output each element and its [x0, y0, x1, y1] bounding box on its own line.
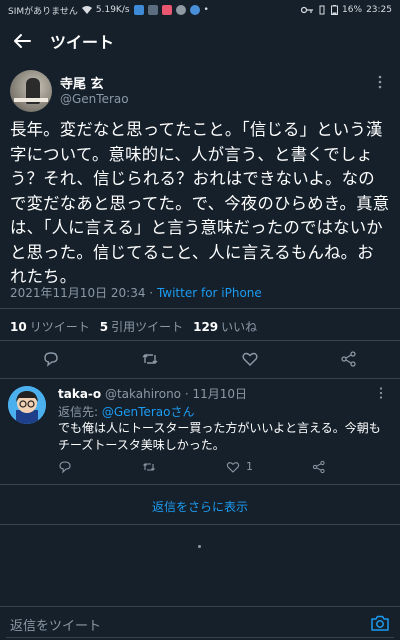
more-notifications-icon: •: [203, 5, 209, 15]
reply-to-label: 返信先:: [58, 405, 102, 419]
retweet-icon[interactable]: [142, 460, 156, 474]
status-bar: SIMがありません 5.19K/s • 16% 23:25: [0, 0, 400, 20]
app-notification-icon: [161, 5, 172, 15]
reply-text: でも俺は人にトースター買った方がいいよと言える。今朝もチーズトースタ美味しかった…: [58, 421, 381, 452]
reply-to-line: 返信先: @GenTeraoさん: [58, 403, 194, 420]
quotes-label: 引用ツイート: [111, 320, 184, 334]
app-notification-icon: [147, 5, 158, 15]
likes-count: 129: [193, 320, 219, 334]
divider: [0, 308, 400, 309]
tweet-text: 長年。変だなと思ってたこと。「信じる」という漢字について。意味的に、人が言う、と…: [10, 120, 390, 286]
retweets-stat[interactable]: 10 リツイート: [10, 318, 90, 335]
tweet-header: 寺尾 玄 @GenTerao: [10, 70, 390, 114]
tweet-stats: 10 リツイート 5 引用ツイート 129 いいね: [10, 318, 257, 335]
app-notification-icon: [189, 5, 200, 15]
quotes-stat[interactable]: 5 引用ツイート: [100, 318, 183, 335]
retweets-count: 10: [10, 320, 27, 334]
battery-level: 16%: [342, 5, 363, 15]
likes-stat[interactable]: 129 いいね: [193, 318, 257, 335]
app-notification-icon: [175, 5, 186, 15]
more-vertical-icon[interactable]: [374, 386, 388, 400]
tweet-action-bar: [0, 348, 400, 372]
reply-input[interactable]: 返信をツイート: [10, 615, 101, 634]
likes-label: いいね: [221, 320, 258, 334]
carrier-text: SIMがありません: [8, 6, 78, 17]
divider: [0, 524, 400, 525]
author-handle[interactable]: @GenTerao: [60, 92, 129, 106]
battery-icon: [331, 5, 339, 15]
like-icon[interactable]: [226, 460, 240, 474]
divider: [0, 484, 400, 485]
share-icon[interactable]: [312, 460, 326, 474]
reply-action-bar: 1: [58, 460, 388, 478]
wifi-icon: [81, 6, 92, 14]
tweet-source-link[interactable]: Twitter for iPhone: [157, 286, 262, 300]
reply-avatar[interactable]: [8, 386, 46, 424]
compose-underline: [6, 637, 394, 638]
show-more-replies-link[interactable]: 返信をさらに表示: [0, 498, 400, 515]
network-speed: 5.19K/s: [95, 5, 130, 15]
page-title: ツイート: [50, 33, 115, 52]
loading-indicator: [198, 545, 201, 548]
reply-author-line: taka-o @takahirono · 11月10日: [58, 385, 247, 402]
vibrate-icon: [319, 5, 325, 15]
clock: 23:25: [366, 5, 392, 15]
tweet-meta: 2021年11月10日 20:34 · Twitter for iPhone: [10, 284, 262, 301]
reply-likes-count: 1: [246, 460, 253, 473]
reply-author-name[interactable]: taka-o: [58, 387, 101, 401]
divider: [0, 340, 400, 341]
app-notification-icon: [133, 5, 144, 15]
back-arrow-icon[interactable]: [12, 31, 32, 51]
meta-separator: ·: [145, 286, 157, 300]
camera-icon[interactable]: [370, 614, 390, 632]
avatar[interactable]: [10, 70, 52, 112]
retweet-icon[interactable]: [141, 350, 159, 368]
reply-tweet[interactable]: taka-o @takahirono · 11月10日 返信先: @GenTer…: [0, 378, 400, 482]
reply-compose-bar: 返信をツイート: [0, 606, 400, 640]
reply-author-handle[interactable]: @takahirono: [105, 387, 181, 401]
quotes-count: 5: [99, 320, 109, 334]
tweet-datetime: 2021年11月10日 20:34: [10, 286, 146, 300]
reply-icon[interactable]: [42, 350, 60, 368]
more-vertical-icon[interactable]: [372, 74, 388, 90]
reply-icon[interactable]: [58, 460, 72, 474]
top-bar: ツイート: [0, 20, 400, 62]
reply-to-user-link[interactable]: @GenTeraoさん: [102, 405, 195, 419]
share-icon[interactable]: [340, 350, 358, 368]
like-icon[interactable]: [241, 350, 259, 368]
key-icon: [301, 6, 314, 14]
reply-date: · 11月10日: [184, 387, 248, 401]
retweets-label: リツイート: [29, 320, 90, 334]
author-name[interactable]: 寺尾 玄: [60, 73, 104, 92]
